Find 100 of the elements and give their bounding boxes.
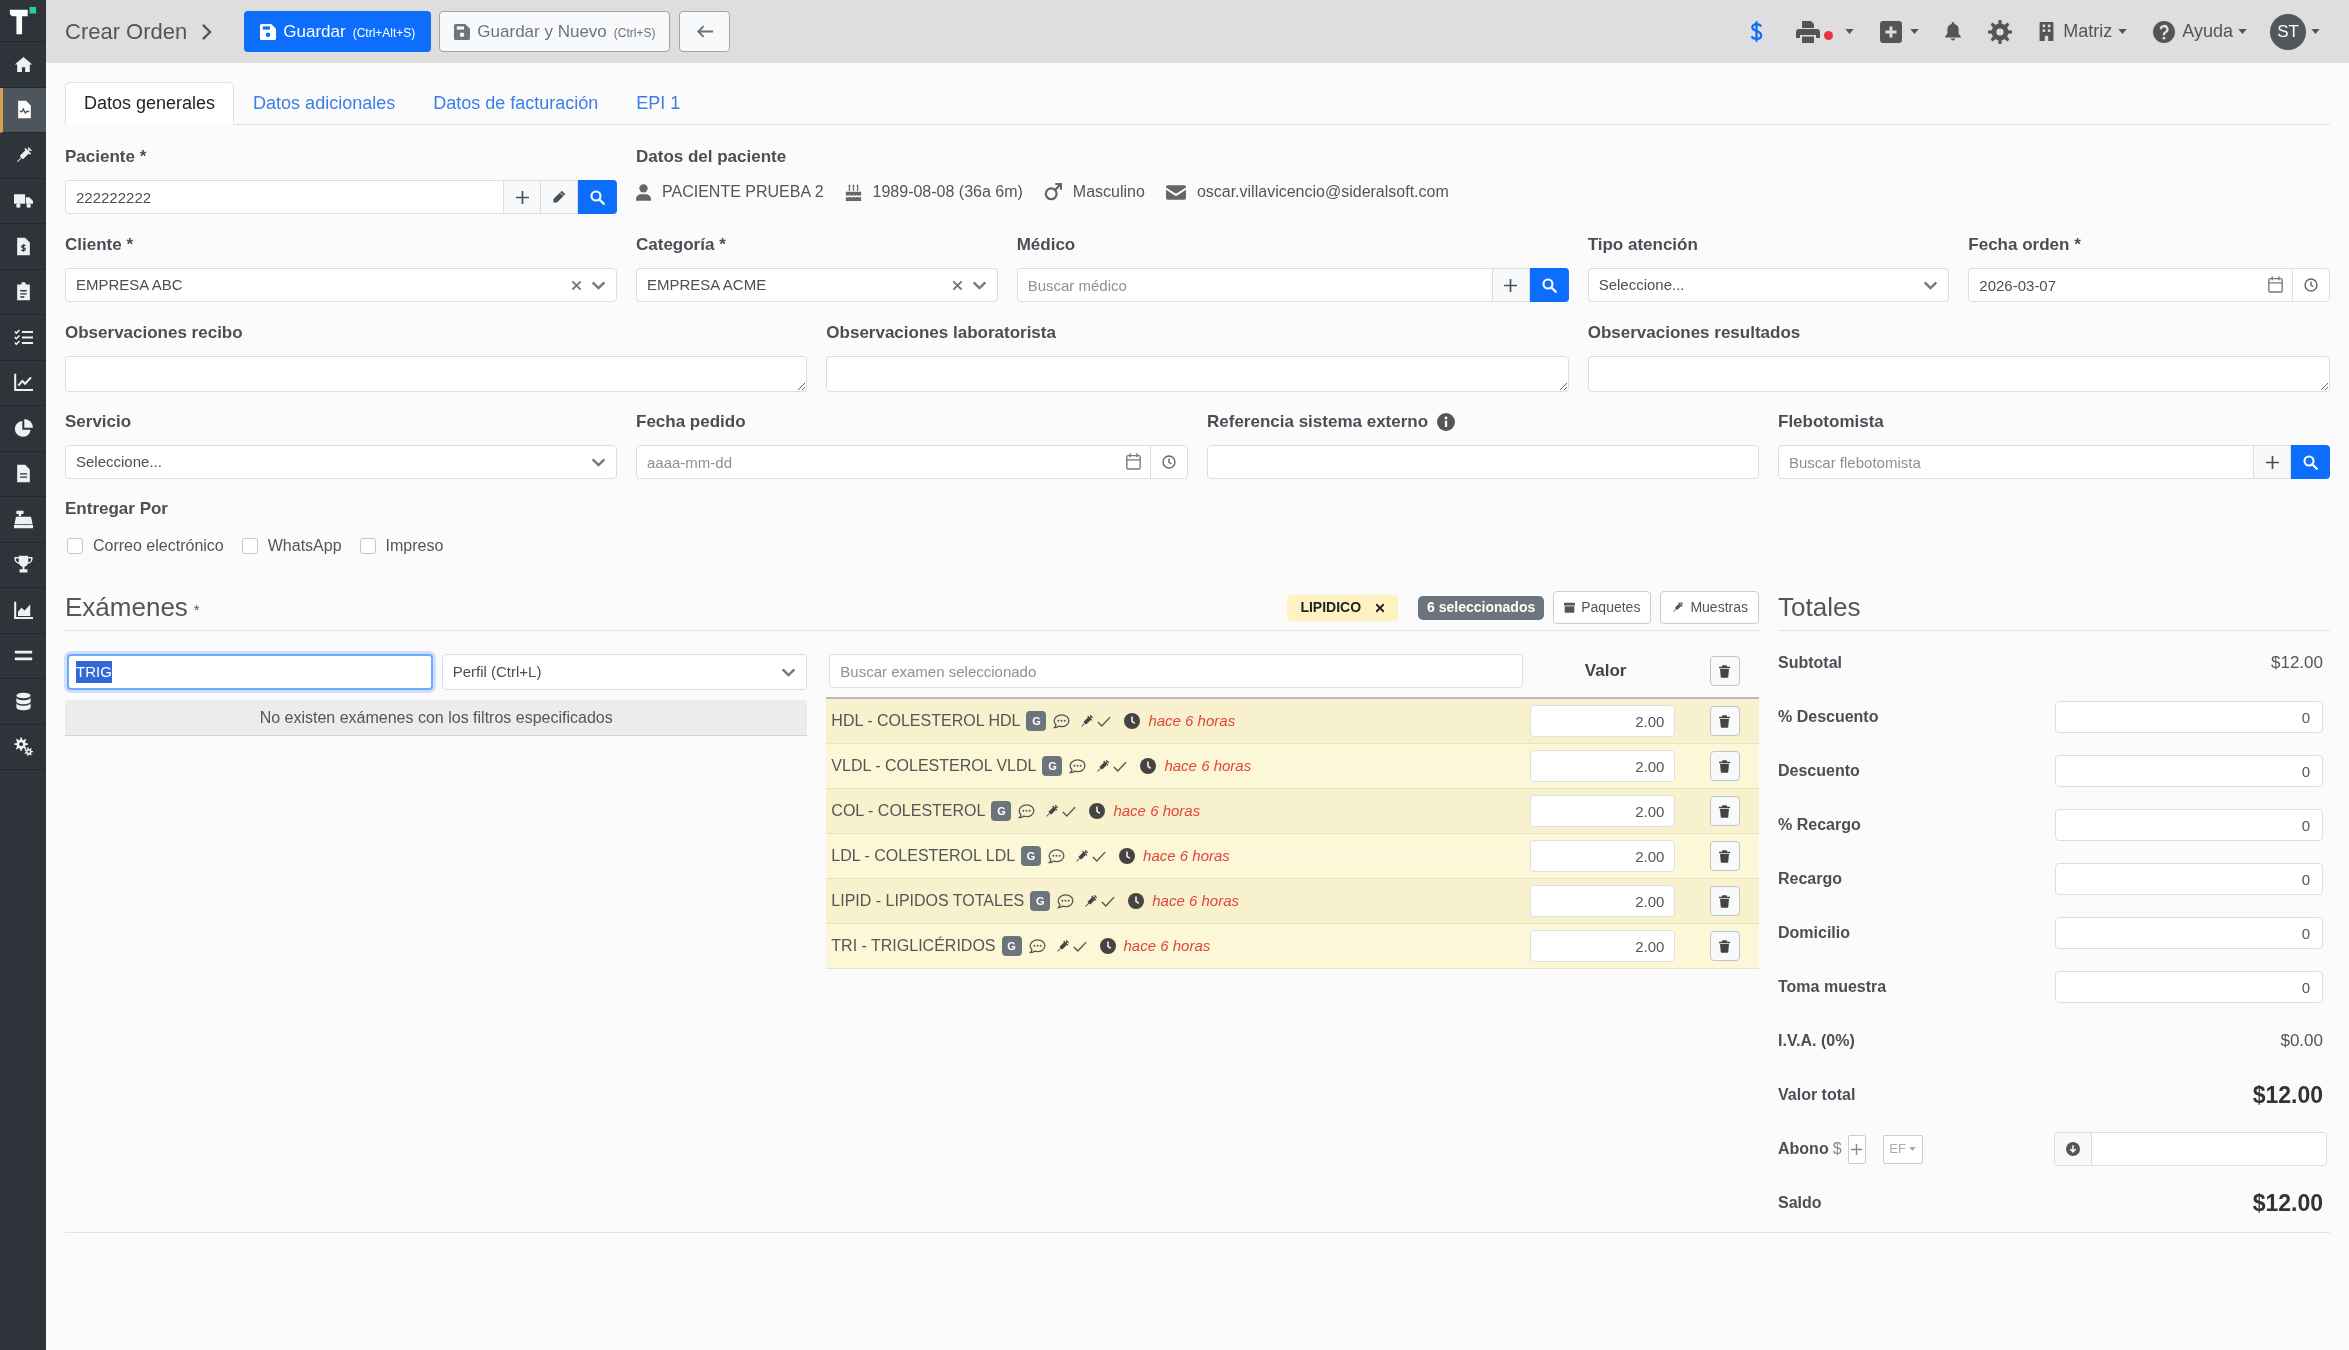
- add-payment-button[interactable]: [1847, 1134, 1866, 1164]
- plus-square-icon[interactable]: [1880, 20, 1903, 43]
- exam-name: HDL - COLESTEROL HDL: [831, 711, 1021, 731]
- clock-icon: [1089, 803, 1106, 819]
- amount-field[interactable]: 0: [2055, 755, 2323, 787]
- clear-icon[interactable]: [951, 279, 963, 291]
- value-field[interactable]: 2.00: [1530, 705, 1676, 737]
- syringe-icon[interactable]: [1083, 893, 1099, 909]
- timestamp: hace 6 horas: [1113, 800, 1201, 821]
- sidebar-item[interactable]: [0, 87, 46, 133]
- field-label: Paciente *: [65, 146, 148, 168]
- comment-icon[interactable]: [1048, 848, 1066, 864]
- value-field[interactable]: 2.00: [1530, 930, 1676, 962]
- option-label: Impreso: [385, 536, 444, 556]
- save-button[interactable]: Guardar (Ctrl+Alt+S): [244, 11, 432, 52]
- edit-button[interactable]: [540, 180, 578, 214]
- total-label: Domicilio: [1778, 923, 1850, 943]
- amount-field[interactable]: 0: [2055, 971, 2323, 1003]
- checkbox[interactable]: [359, 538, 376, 554]
- delete-button[interactable]: [1710, 931, 1740, 961]
- checkbox[interactable]: [241, 538, 258, 554]
- payment-field[interactable]: [2091, 1132, 2327, 1166]
- value-field[interactable]: 2.00: [1530, 795, 1676, 827]
- value-field[interactable]: 2.00: [1530, 885, 1676, 917]
- tab[interactable]: Datos de facturación: [414, 82, 618, 125]
- comment-icon[interactable]: [1028, 938, 1046, 954]
- reference-field[interactable]: [1207, 445, 1759, 479]
- comment-icon[interactable]: [1069, 758, 1087, 774]
- close-icon[interactable]: [1375, 602, 1386, 613]
- total-label: Valor total: [1778, 1085, 1856, 1105]
- doctor-search-field[interactable]: Buscar médico: [1016, 268, 1493, 302]
- save-and-new-button[interactable]: Guardar y Nuevo (Ctrl+S): [439, 11, 671, 52]
- packages-button[interactable]: Paquetes: [1553, 591, 1652, 624]
- comment-icon[interactable]: [1053, 713, 1071, 729]
- delete-button[interactable]: [1710, 796, 1740, 826]
- syringe-icon[interactable]: [1095, 758, 1111, 774]
- chevron-down-icon[interactable]: [591, 280, 606, 290]
- date-field[interactable]: aaaa-mm-dd: [636, 445, 1151, 479]
- bell-icon[interactable]: [1944, 22, 1963, 41]
- syringe-icon[interactable]: [1074, 848, 1090, 864]
- search-button[interactable]: [578, 180, 617, 214]
- chevron-down-icon[interactable]: [781, 667, 797, 677]
- timestamp: hace 6 horas: [1123, 935, 1211, 956]
- checkbox[interactable]: [67, 538, 83, 554]
- chevron-down-icon[interactable]: [1923, 280, 1939, 290]
- time-button[interactable]: [2292, 268, 2330, 302]
- exam-search-field[interactable]: TRIG: [67, 654, 433, 690]
- settings-icon[interactable]: [1988, 19, 2013, 44]
- comment-icon[interactable]: [1057, 893, 1075, 909]
- field-label: Categoría *: [636, 234, 727, 256]
- syringe-icon[interactable]: [1079, 713, 1095, 729]
- category-select[interactable]: EMPRESA ACME: [636, 268, 998, 302]
- syringe-icon[interactable]: [1044, 803, 1060, 819]
- chevron-down-icon[interactable]: [971, 280, 987, 290]
- phlebotomist-search-field[interactable]: Buscar flebotomista: [1778, 445, 2254, 479]
- delete-all-button[interactable]: [1710, 656, 1740, 686]
- notes-field[interactable]: [65, 356, 808, 392]
- search-button[interactable]: [1529, 268, 1569, 302]
- help-dropdown[interactable]: Ayuda: [2153, 18, 2247, 45]
- profile-select[interactable]: Perfil (Ctrl+L): [441, 654, 808, 690]
- branch-dropdown[interactable]: Matriz: [2039, 18, 2128, 45]
- caret-down-icon: [2311, 29, 2320, 34]
- patient-field[interactable]: 222222222: [65, 180, 504, 214]
- delete-button[interactable]: [1710, 706, 1740, 736]
- samples-button[interactable]: Muestras: [1660, 591, 1759, 624]
- amount-field[interactable]: 0: [2055, 863, 2323, 895]
- date-field[interactable]: 2026-03-07: [1968, 268, 2293, 302]
- search-button[interactable]: [2291, 445, 2330, 479]
- clear-icon[interactable]: [571, 279, 582, 291]
- time-button[interactable]: [1150, 445, 1188, 479]
- value-field[interactable]: 2.00: [1530, 840, 1676, 872]
- user-avatar[interactable]: ST: [2270, 13, 2306, 50]
- syringe-icon: [1671, 601, 1685, 614]
- arrow-down-circle-icon[interactable]: [2066, 1142, 2080, 1156]
- amount-field[interactable]: 0: [2055, 809, 2323, 841]
- printer-icon[interactable]: [1796, 20, 1821, 43]
- tab[interactable]: Datos generales: [65, 82, 235, 125]
- notes-field[interactable]: [826, 356, 1569, 392]
- notes-field[interactable]: [1587, 356, 2330, 392]
- service-select[interactable]: Seleccione...: [65, 445, 617, 479]
- delete-button[interactable]: [1710, 751, 1740, 781]
- amount-field[interactable]: 0: [2055, 701, 2323, 733]
- chevron-down-icon[interactable]: [591, 457, 606, 467]
- value-field[interactable]: 2.00: [1530, 750, 1676, 782]
- clock-icon: [2304, 278, 2318, 292]
- tab[interactable]: EPI 1: [617, 82, 700, 125]
- selected-exam-search-field[interactable]: Buscar examen seleccionado: [829, 654, 1524, 688]
- amount-field[interactable]: 0: [2055, 917, 2323, 949]
- dollar-icon[interactable]: [1750, 20, 1764, 43]
- delete-button[interactable]: [1710, 886, 1740, 916]
- plus-icon: [515, 190, 529, 204]
- field-label: Médico: [1016, 234, 1077, 256]
- delete-button[interactable]: [1710, 841, 1740, 871]
- total-label: % Descuento: [1778, 707, 1879, 727]
- comment-icon[interactable]: [1018, 803, 1036, 819]
- calendar-icon[interactable]: [1126, 453, 1141, 470]
- client-select[interactable]: EMPRESA ABC: [65, 268, 617, 302]
- tab[interactable]: Datos adicionales: [234, 82, 415, 125]
- calendar-icon[interactable]: [2268, 276, 2283, 293]
- care-type-select[interactable]: Seleccione...: [1587, 268, 1950, 302]
